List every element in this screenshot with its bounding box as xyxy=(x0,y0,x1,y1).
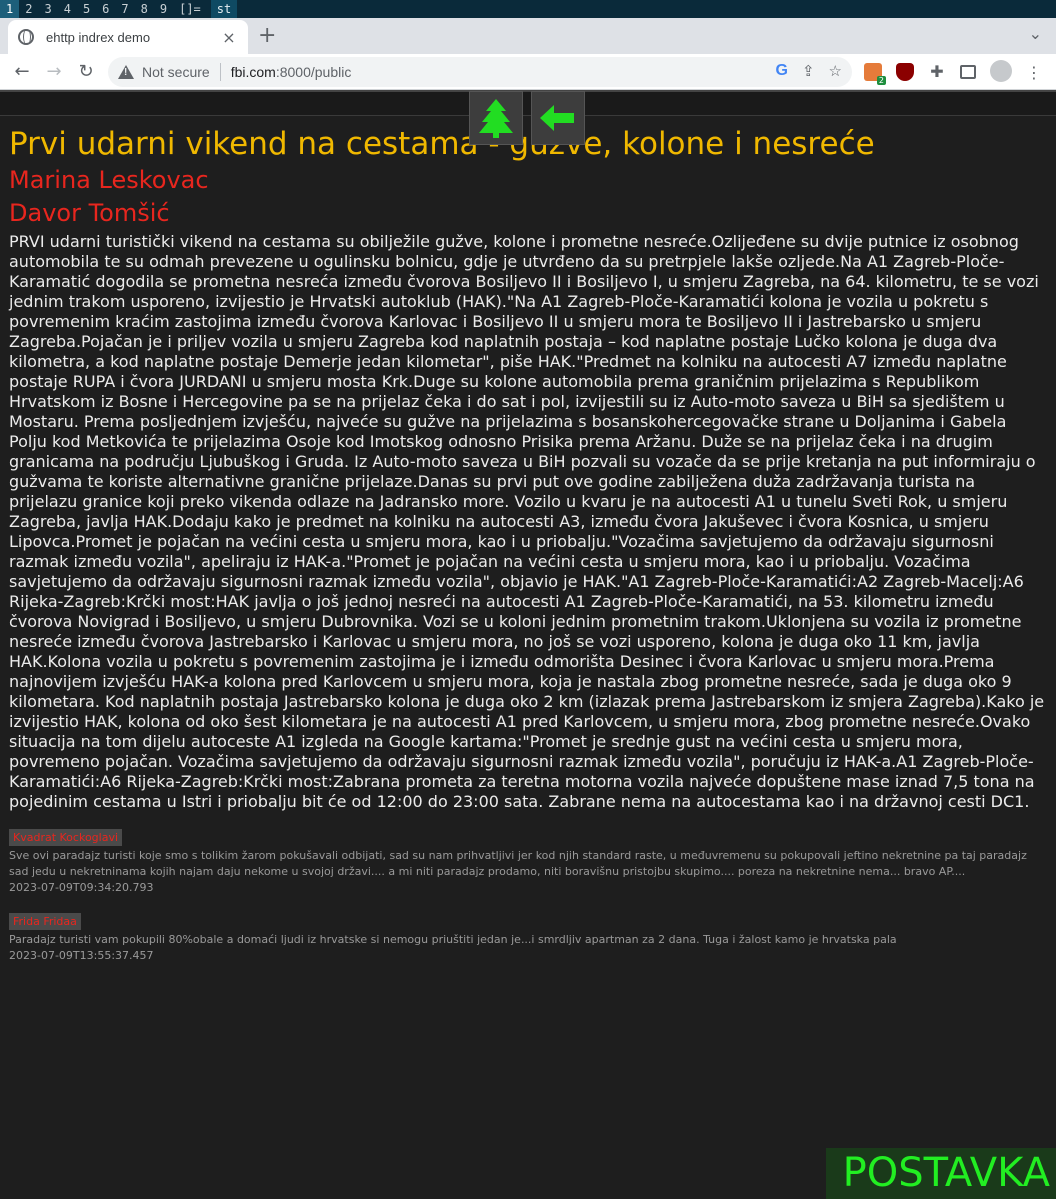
workspace-3[interactable]: 3 xyxy=(38,0,57,18)
address-bar[interactable]: Not secure fbi.com:8000/public G ⇪ ☆ xyxy=(108,57,852,87)
ublock-icon[interactable] xyxy=(896,63,914,81)
close-icon[interactable]: × xyxy=(220,28,238,47)
globe-icon xyxy=(18,29,34,45)
extension-icon[interactable]: 2 xyxy=(864,63,886,85)
bookmark-star-icon[interactable]: ☆ xyxy=(829,62,842,80)
forward-button[interactable]: → xyxy=(38,56,70,88)
workspace-8[interactable]: 8 xyxy=(135,0,154,18)
workspace-9[interactable]: 9 xyxy=(154,0,173,18)
side-panel-icon[interactable] xyxy=(960,65,976,79)
profile-avatar[interactable] xyxy=(990,60,1012,82)
comment-text: Sve ovi paradajz turisti koje smo s toli… xyxy=(9,849,1027,878)
share-icon[interactable]: ⇪ xyxy=(802,62,815,80)
post-button[interactable]: POSTAVKA xyxy=(826,1148,1056,1199)
menu-icon[interactable]: ⋮ xyxy=(1026,63,1044,82)
page-content: Prvi udarni vikend na cestama - gužve, k… xyxy=(0,90,1056,1199)
tab-title: ehttp indrex demo xyxy=(46,29,151,45)
article-headline: Prvi udarni vikend na cestama - gužve, k… xyxy=(9,126,875,162)
comments-list: Kvadrat Kockoglavi Sve ovi paradajz turi… xyxy=(9,826,1045,964)
new-tab-button[interactable]: + xyxy=(258,25,276,47)
article-body: PRVI udarni turistički vikend na cestama… xyxy=(9,232,1045,811)
divider xyxy=(219,63,221,81)
comment-author[interactable]: Kvadrat Kockoglavi xyxy=(9,829,123,846)
tree-button[interactable] xyxy=(469,91,523,145)
comment: Kvadrat Kockoglavi Sve ovi paradajz turi… xyxy=(9,826,1045,896)
article: Prvi udarni vikend na cestama - gužve, k… xyxy=(9,124,1045,978)
workspace-4[interactable]: 4 xyxy=(58,0,77,18)
window-title: st xyxy=(210,0,238,18)
warning-icon[interactable] xyxy=(118,64,134,80)
reload-button[interactable]: ↻ xyxy=(70,56,102,88)
tab-strip: ehttp indrex demo × + ⌄ xyxy=(0,18,1056,54)
puzzle-icon[interactable]: ✚ xyxy=(928,63,946,81)
workspace-1[interactable]: 1 xyxy=(0,0,20,18)
chevron-down-icon[interactable]: ⌄ xyxy=(1029,24,1042,43)
article-author: Davor Tomšić xyxy=(9,199,170,227)
comment-author[interactable]: Frida Fridaa xyxy=(9,913,81,930)
comment-date: 2023-07-09T09:34:20.793 xyxy=(9,881,154,894)
article-author: Marina Leskovac xyxy=(9,166,209,194)
url-path: :8000/public xyxy=(275,64,352,80)
back-arrow-button[interactable] xyxy=(531,91,585,145)
back-arrow-icon xyxy=(540,105,574,131)
window-manager-bar: 1 2 3 4 5 6 7 8 9 []= st xyxy=(0,0,1056,18)
comment-text: Paradajz turisti vam pokupili 80%obale a… xyxy=(9,933,897,946)
workspace-6[interactable]: 6 xyxy=(96,0,115,18)
workspace-7[interactable]: 7 xyxy=(115,0,134,18)
top-strip xyxy=(0,90,1056,116)
back-button[interactable]: ← xyxy=(6,56,38,88)
comment: Frida Fridaa Paradajz turisti vam pokupi… xyxy=(9,910,1045,964)
url-host: fbi.com xyxy=(230,64,276,80)
extension-badge: 2 xyxy=(876,76,886,85)
workspace-2[interactable]: 2 xyxy=(19,0,38,18)
tree-icon xyxy=(479,99,513,138)
comment-date: 2023-07-09T13:55:37.457 xyxy=(9,949,154,962)
workspace-5[interactable]: 5 xyxy=(77,0,96,18)
browser-toolbar: ← → ↻ Not secure fbi.com:8000/public G ⇪… xyxy=(0,54,1056,90)
google-icon[interactable]: G xyxy=(776,62,788,80)
security-label[interactable]: Not secure xyxy=(142,64,210,80)
browser-tab[interactable]: ehttp indrex demo × xyxy=(8,20,248,54)
layout-indicator[interactable]: []= xyxy=(173,0,207,18)
